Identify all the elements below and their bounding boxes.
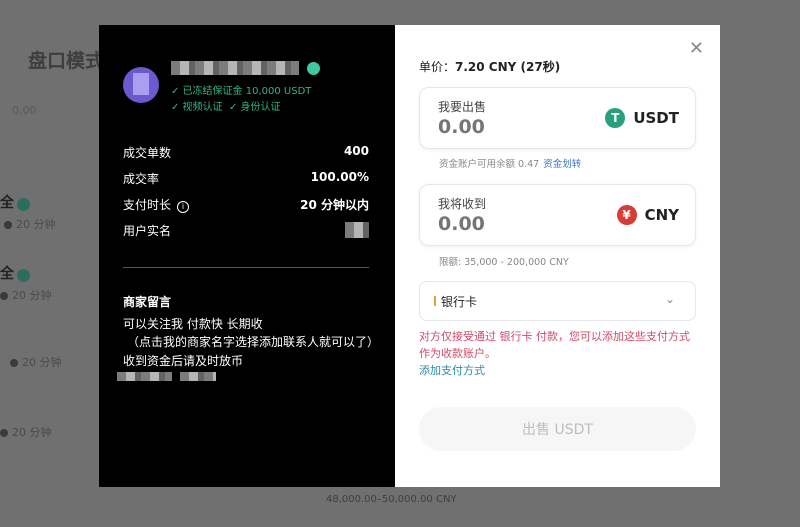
note-title: 商家留言: [123, 295, 172, 309]
balance-hint: 资金账户可用余额 0.47 资金划转: [439, 159, 582, 170]
list-item[interactable]: 20 分钟: [10, 354, 62, 370]
note-line: 可以关注我 付款快 长期收: [123, 317, 263, 331]
clock-icon: [0, 292, 8, 300]
stat-rate: 成交率 100.00%: [123, 170, 369, 186]
stat-orders: 成交单数 400: [123, 144, 369, 160]
payment-warning: 对方仅接受通过 银行卡 付款，您可以添加这些支付方式作为收款账户。: [419, 330, 690, 360]
list-item[interactable]: 全 20 分钟: [0, 263, 52, 303]
note-line: 收到资金后请及时放币: [123, 354, 244, 368]
id-cert: ✓ 身份认证: [229, 102, 281, 113]
receive-amount-input[interactable]: [438, 213, 558, 235]
page-title: 盘口模式: [28, 50, 105, 72]
limit-hint: 限额: 35,000 - 200,000 CNY: [439, 257, 569, 268]
sell-usdt-button[interactable]: 出售 USDT: [419, 407, 696, 451]
chevron-down-icon: ⌄: [664, 292, 675, 306]
merchant-badge-icon: [307, 62, 320, 75]
info-icon[interactable]: i: [177, 201, 190, 213]
receive-amount-box[interactable]: 我将收到 ¥CNY: [419, 184, 696, 246]
sell-amount-input[interactable]: [438, 116, 558, 138]
list-item[interactable]: 全 20 分钟: [0, 192, 56, 232]
real-name-redacted: [345, 222, 369, 238]
clock-icon: [4, 221, 12, 229]
close-icon[interactable]: ✕: [689, 38, 704, 59]
add-payment-link[interactable]: 添加支付方式: [419, 362, 485, 378]
amount-filter-input[interactable]: 0.00: [12, 104, 37, 117]
redacted-text: [117, 372, 172, 381]
list-item[interactable]: 20 分钟: [0, 424, 52, 440]
avatar[interactable]: [123, 67, 159, 103]
merchant-panel: ✓ 已冻结保证金 10,000 USDT ✓ 视频认证 ✓ 身份认证 成交单数 4…: [99, 25, 395, 487]
clock-icon: [10, 359, 18, 367]
note-line: （点击我的商家名字选择添加联系人就可以了）: [127, 335, 380, 349]
verified-icon: [17, 268, 30, 282]
order-panel: ✕ 单价：7.20 CNY (27秒) 我要出售 TUSDT 资金账户可用余额 …: [395, 25, 720, 487]
deposit-cert: ✓ 已冻结保证金 10,000 USDT: [171, 86, 312, 97]
merchant-name-redacted[interactable]: [171, 61, 299, 75]
redacted-text: [180, 372, 216, 381]
unit-price: 单价：7.20 CNY (27秒): [419, 60, 561, 74]
clock-icon: [0, 429, 8, 437]
usdt-icon: T: [605, 108, 626, 128]
divider: [123, 267, 369, 268]
price-range: 48,000.00–50,000.00 CNY: [326, 494, 457, 505]
payment-method-select[interactable]: 银行卡 ⌄: [419, 281, 696, 321]
stat-real-name: 用户实名: [123, 222, 369, 239]
verified-icon: [17, 197, 30, 211]
sell-amount-box[interactable]: 我要出售 TUSDT: [419, 87, 696, 149]
transfer-link[interactable]: 资金划转: [543, 159, 581, 170]
video-cert: ✓ 视频认证: [171, 102, 223, 113]
stat-pay-time: 支付时长 i 20 分钟以内: [123, 198, 369, 213]
cny-icon: ¥: [616, 205, 637, 225]
